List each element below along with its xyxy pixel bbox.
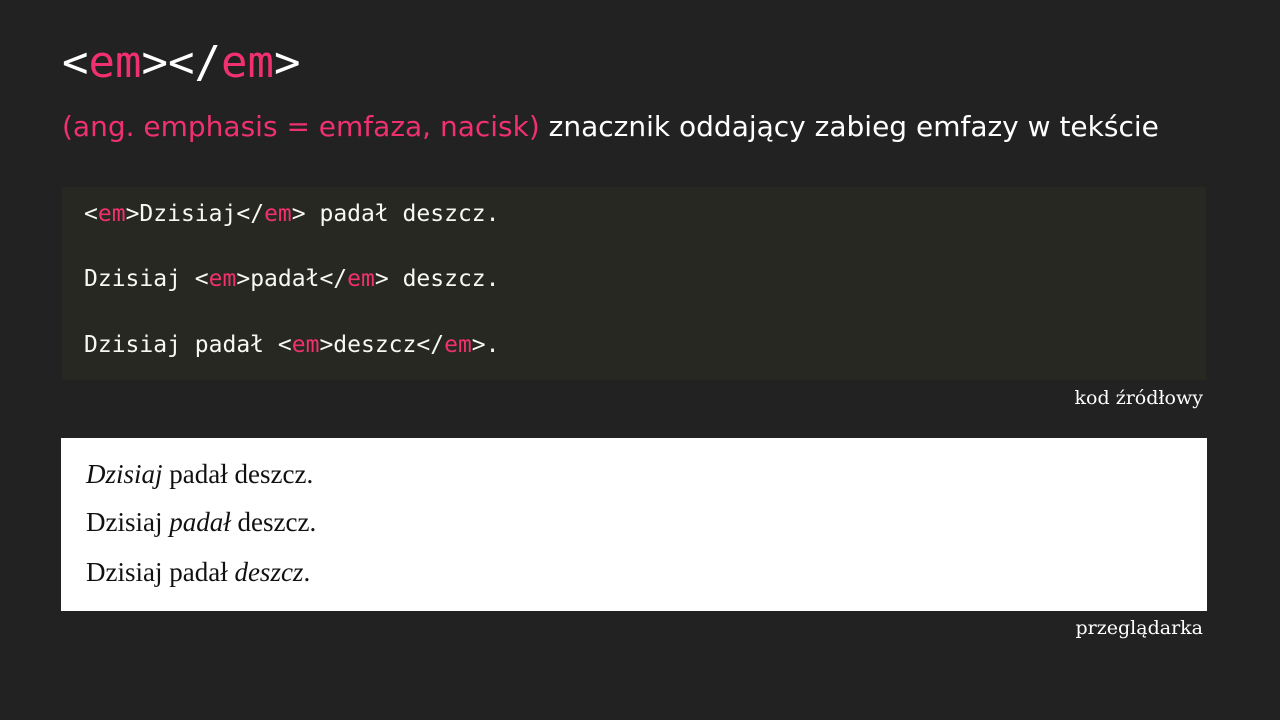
code-bracket: > <box>291 201 306 227</box>
code-bracket: > <box>319 332 334 358</box>
code-text: Dzisiaj <box>84 266 195 292</box>
title-open-gt: > <box>141 37 168 88</box>
code-bracket: < <box>84 201 98 227</box>
browser-emphasis: deszcz <box>234 557 304 587</box>
code-bracket: </ <box>416 332 445 358</box>
browser-preview: Dzisiaj padał deszcz. Dzisiaj padał desz… <box>61 438 1207 611</box>
subtitle-highlight: (ang. emphasis = emfaza, nacisk) <box>62 110 540 143</box>
title-close-gt: > <box>273 37 301 88</box>
code-bracket: < <box>194 266 209 292</box>
code-tag-name: em <box>97 201 126 227</box>
browser-line: Dzisiaj padał deszcz. <box>86 556 310 588</box>
code-text: padał <box>250 266 320 292</box>
code-bracket: </ <box>236 201 265 227</box>
code-line: Dzisiaj padał <em>deszcz</em>. <box>84 331 500 359</box>
code-text: padał deszcz. <box>305 201 500 227</box>
code-bracket: > <box>471 332 486 358</box>
code-line: <em>Dzisiaj</em> padał deszcz. <box>84 200 500 228</box>
code-block: <em>Dzisiaj</em> padał deszcz. Dzisiaj <… <box>62 187 1206 380</box>
title-close-lt: </ <box>167 37 221 88</box>
browser-text: Dzisiaj padał <box>86 557 235 587</box>
browser-text: Dzisiaj <box>86 507 170 537</box>
code-text: Dzisiaj <box>139 201 237 227</box>
code-text: deszcz <box>333 332 417 358</box>
slide-title: <em></em> <box>62 36 300 90</box>
browser-emphasis: padał <box>169 507 231 537</box>
code-bracket: < <box>277 332 292 358</box>
code-tag-name: em <box>347 266 375 292</box>
browser-text: . <box>303 557 311 587</box>
code-text: deszcz. <box>388 266 500 292</box>
browser-text: padał deszcz. <box>162 459 314 489</box>
code-bracket: > <box>374 266 389 292</box>
code-bracket: > <box>125 201 140 227</box>
browser-text: deszcz. <box>230 507 317 537</box>
code-line: Dzisiaj <em>padał</em> deszcz. <box>84 265 500 293</box>
code-tag-name: em <box>444 332 472 358</box>
slide-subtitle: (ang. emphasis = emfaza, nacisk) znaczni… <box>62 109 1159 145</box>
code-bracket: </ <box>319 266 348 292</box>
code-bracket: > <box>236 266 251 292</box>
code-tag-name: em <box>264 201 292 227</box>
subtitle-text: znacznik oddający zabieg emfazy w tekści… <box>539 110 1159 143</box>
title-open-lt: < <box>62 37 89 88</box>
browser-line: Dzisiaj padał deszcz. <box>86 458 313 490</box>
code-tag-name: em <box>208 266 237 292</box>
title-open-tag: em <box>88 37 142 88</box>
title-close-tag: em <box>220 37 274 88</box>
browser-caption: przeglądarka <box>1075 617 1203 639</box>
code-caption: kod źródłowy <box>1074 387 1203 409</box>
code-text: Dzisiaj padał <box>84 332 278 358</box>
code-tag-name: em <box>291 332 320 358</box>
code-text: . <box>485 332 500 358</box>
browser-emphasis: Dzisiaj <box>86 459 163 489</box>
browser-line: Dzisiaj padał deszcz. <box>86 506 316 538</box>
